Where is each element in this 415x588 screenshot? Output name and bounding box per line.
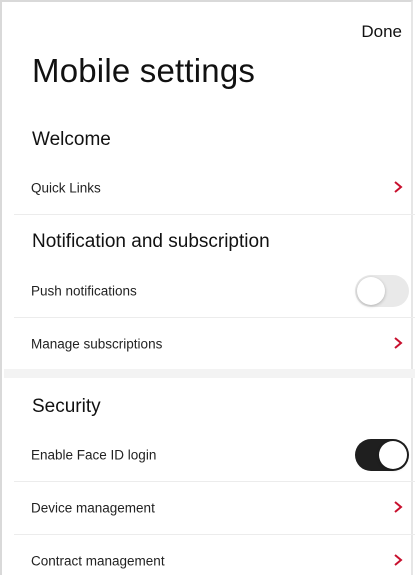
row-quick-links[interactable]: Quick Links (14, 161, 415, 215)
row-label-push-notifications: Push notifications (31, 283, 137, 298)
section-heading-notification: Notification and subscription (32, 231, 270, 252)
row-label-manage-subscriptions: Manage subscriptions (31, 336, 163, 352)
chevron-right-icon (394, 337, 403, 349)
chevron-right-icon (394, 180, 403, 193)
section-heading-security: Security (32, 396, 101, 417)
toggle-knob (379, 440, 407, 469)
row-label-contract-management: Contract management (31, 553, 165, 569)
row-label-device-management: Device management (31, 500, 155, 515)
row-contract-management[interactable]: Contract management (14, 534, 415, 588)
page-title: Mobile settings (32, 52, 256, 89)
done-button[interactable]: Done (361, 22, 402, 42)
section-divider (4, 369, 415, 378)
chevron-right-icon (394, 500, 403, 513)
chevron-right-icon (394, 554, 403, 566)
row-face-id: Enable Face ID login (14, 428, 415, 482)
settings-screen: Done Mobile settings Welcome Quick Links… (0, 0, 415, 575)
row-push-notifications: Push notifications (14, 264, 415, 318)
face-id-toggle[interactable] (355, 438, 409, 471)
push-notifications-toggle[interactable] (355, 274, 409, 307)
row-device-management[interactable]: Device management (14, 481, 415, 535)
section-heading-welcome: Welcome (32, 129, 111, 150)
row-manage-subscriptions[interactable]: Manage subscriptions (14, 317, 415, 371)
row-label-face-id: Enable Face ID login (31, 447, 157, 462)
row-label-quick-links: Quick Links (31, 180, 101, 195)
toggle-knob (357, 276, 385, 305)
